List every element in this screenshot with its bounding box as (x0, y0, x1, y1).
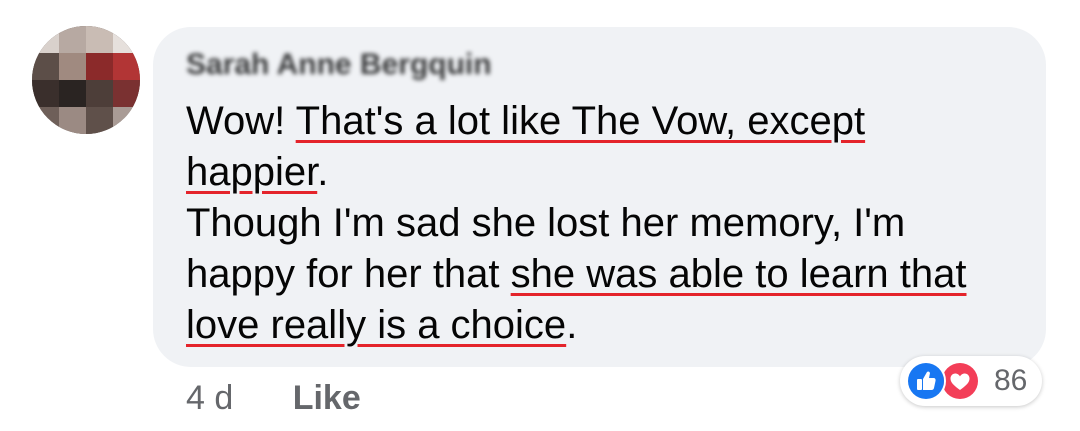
timestamp[interactable]: 4 d (186, 376, 233, 420)
underlined-text: That's a lot like The Vow, except (295, 99, 866, 143)
comment-text-segment: . (317, 150, 329, 194)
comment-line: Though I'm sad she lost her memory, I'm (186, 198, 1026, 249)
comment-line: happy for her that she was able to learn… (186, 249, 1026, 300)
reactions-summary[interactable]: 86 (900, 356, 1042, 406)
underlined-text: love really is a choice (186, 303, 567, 347)
comment-line: Wow! That's a lot like The Vow, except (186, 96, 1026, 147)
underlined-text: happier (186, 150, 318, 194)
reaction-count: 86 (994, 364, 1028, 397)
comment-line: love really is a choice. (186, 300, 1026, 351)
comment-text-segment: happy for her that (186, 252, 511, 296)
underlined-text: she was able to learn that (510, 252, 967, 296)
author-name[interactable]: Sarah Anne Bergquin (186, 50, 526, 80)
like-button[interactable]: Like (293, 376, 361, 420)
comment-actions: 4 d Like (186, 376, 361, 420)
comment: Sarah Anne Bergquin Wow! That's a lot li… (0, 0, 1080, 431)
comment-line: happier. (186, 147, 1026, 198)
comment-text-segment: . (566, 303, 578, 347)
avatar[interactable] (32, 26, 140, 134)
comment-text-segment: Wow! (186, 99, 296, 143)
comment-text: Wow! That's a lot like The Vow, except ha… (186, 96, 1026, 351)
love-icon (940, 361, 980, 401)
comment-text-segment: Though I'm sad she lost her memory, I'm (186, 201, 906, 245)
avatar-image (32, 26, 140, 134)
like-icon (906, 361, 946, 401)
